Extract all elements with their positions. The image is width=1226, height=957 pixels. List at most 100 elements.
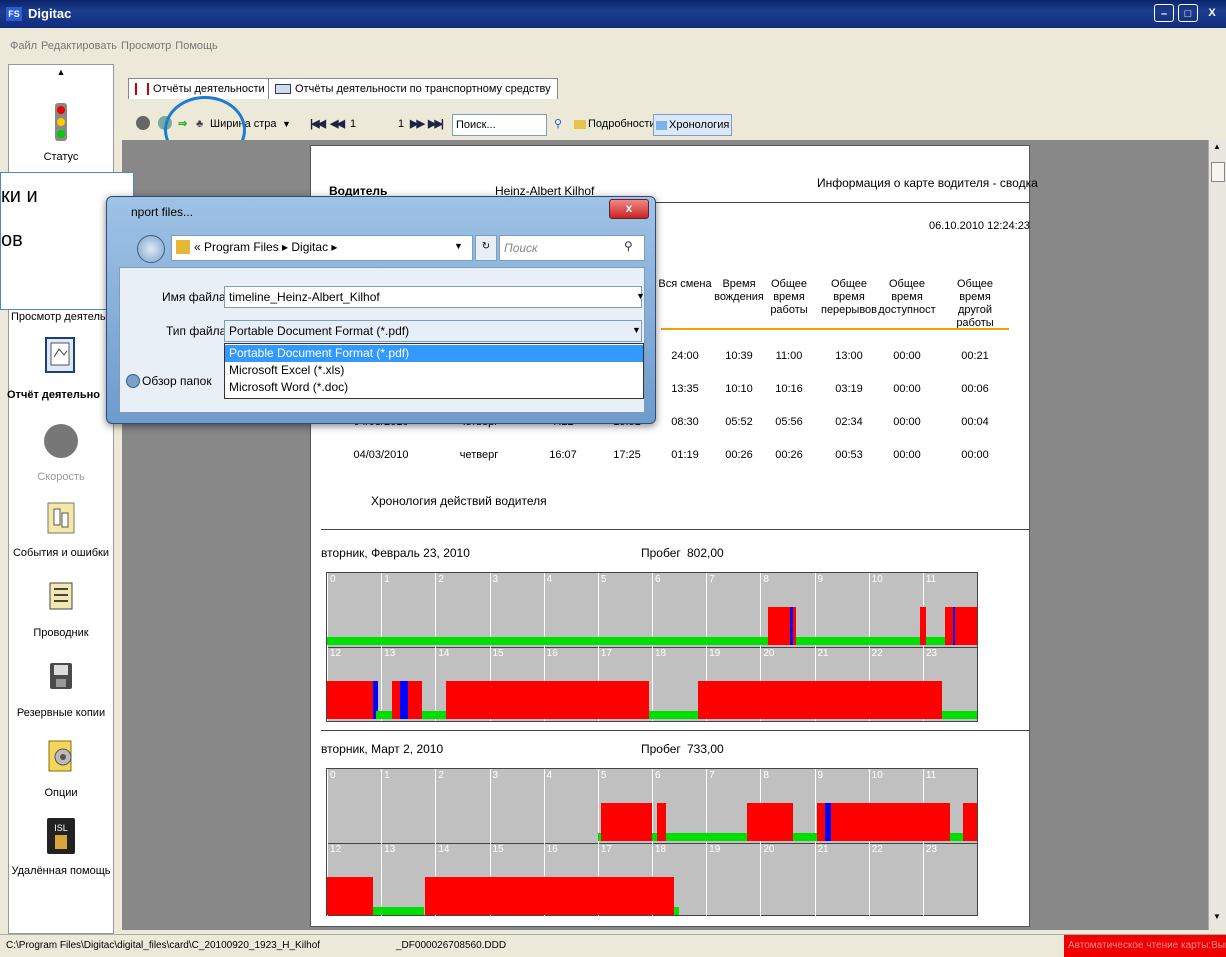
- dialog-search[interactable]: Поиск ⚲: [499, 235, 645, 261]
- hour-label: 3: [492, 574, 499, 585]
- close-button[interactable]: X: [1202, 4, 1222, 22]
- sidebar-item-events[interactable]: События и ошибки: [9, 547, 113, 559]
- day-1-label: вторник, Февраль 23, 2010: [321, 546, 470, 560]
- hour-gridline: [381, 647, 383, 721]
- hour-label: 9: [817, 770, 824, 781]
- menu-bar: Файл Редактировать Просмотр Помощь: [0, 28, 1226, 58]
- activity-segment-rest: [327, 637, 972, 645]
- auto-read-status: Автоматическое чтение карты:Вык: [1064, 935, 1226, 957]
- status-file: _DF000026708560.DDD: [396, 940, 507, 951]
- chronology-button[interactable]: Хронология: [653, 114, 733, 136]
- row-value: 11:00: [775, 350, 803, 362]
- hour-label: 23: [925, 844, 937, 855]
- scroll-thumb[interactable]: [1211, 162, 1225, 182]
- row-value: 03:19: [835, 383, 863, 395]
- search-icon[interactable]: ⚲: [554, 112, 562, 136]
- row-value: 00:53: [835, 449, 863, 461]
- hour-gridline: [327, 769, 328, 843]
- menu-view[interactable]: Просмотр: [121, 40, 171, 52]
- tab-vehicle-activity-reports[interactable]: Отчёты деятельности по транспортному сре…: [268, 78, 558, 99]
- hour-gridline: [814, 843, 816, 917]
- sidebar-scroll-up[interactable]: ▲: [9, 67, 113, 77]
- remote-help-icon: ISL: [46, 817, 76, 855]
- stop-icon[interactable]: [136, 116, 150, 130]
- day-divider: [321, 730, 1029, 731]
- hour-label: 14: [438, 844, 450, 855]
- vertical-scrollbar[interactable]: ▲ ▼: [1208, 140, 1226, 930]
- first-page-icon[interactable]: |◀◀: [310, 112, 326, 136]
- next-page-icon[interactable]: ▶▶: [410, 112, 425, 136]
- chart-icon: [656, 120, 667, 130]
- filetype-label: Тип файла:: [166, 324, 230, 338]
- hour-label: 15: [492, 844, 504, 855]
- back-button[interactable]: [137, 235, 165, 263]
- sidebar-item-activity-report[interactable]: Отчёт деятельно: [7, 389, 111, 401]
- row-value: 00:00: [893, 350, 921, 362]
- sidebar-item-view-activity[interactable]: Просмотр деятельн: [11, 311, 115, 323]
- option-xls[interactable]: Microsoft Excel (*.xls): [225, 362, 643, 379]
- sidebar-item-status[interactable]: Статус: [9, 151, 113, 163]
- hour-gridline: [597, 573, 599, 647]
- last-page-icon[interactable]: ▶▶|: [428, 112, 444, 136]
- report-icon: [45, 337, 75, 373]
- row-start: 16:07: [549, 449, 577, 461]
- menu-file[interactable]: Файл: [10, 40, 37, 52]
- hour-label: 6: [655, 770, 661, 781]
- hour-label: 3: [492, 770, 499, 781]
- filetype-options: Portable Document Format (*.pdf) Microso…: [224, 343, 644, 399]
- filename-dropdown-icon[interactable]: ▼: [636, 291, 645, 301]
- hour-gridline: [814, 769, 816, 843]
- maximize-button[interactable]: □: [1178, 4, 1198, 22]
- sidebar-item-options[interactable]: Опции: [9, 787, 113, 799]
- hour-gridline: [327, 573, 328, 647]
- address-bar[interactable]: « Program Files ▸ Digitac ▸ ▼: [171, 235, 473, 261]
- hour-gridline: [381, 573, 383, 647]
- scroll-down-icon[interactable]: ▼: [1213, 912, 1221, 921]
- sidebar-item-remote-help[interactable]: Удалённая помощь: [9, 865, 113, 877]
- scroll-up-icon[interactable]: ▲: [1213, 142, 1221, 151]
- day-1-mileage: 802,00: [687, 546, 724, 560]
- prev-page-icon[interactable]: ◀◀: [330, 112, 345, 136]
- refresh-icon[interactable]: ↻: [475, 235, 497, 261]
- option-pdf[interactable]: Portable Document Format (*.pdf): [225, 345, 643, 362]
- expand-icon[interactable]: [126, 374, 140, 388]
- dialog-close-button[interactable]: x: [609, 199, 649, 219]
- activity-segment-rest: [941, 711, 977, 719]
- row-date: 04/03/2010: [353, 449, 409, 461]
- filetype-select[interactable]: Portable Document Format (*.pdf): [224, 320, 642, 342]
- option-doc[interactable]: Microsoft Word (*.doc): [225, 379, 643, 396]
- search-input[interactable]: Поиск...: [452, 114, 547, 136]
- hour-gridline: [922, 843, 924, 917]
- activity-segment-driving: [446, 681, 650, 719]
- details-button[interactable]: Подробности: [574, 112, 656, 136]
- sidebar-item-speed[interactable]: Скорость: [9, 471, 113, 483]
- hour-label: 1: [384, 770, 390, 781]
- menu-edit[interactable]: Редактировать: [41, 40, 117, 52]
- hour-label: 17: [600, 844, 612, 855]
- hour-label: 2: [438, 770, 444, 781]
- activity-segment-driving: [327, 681, 376, 719]
- minimize-button[interactable]: –: [1154, 4, 1174, 22]
- hour-label: 18: [655, 844, 667, 855]
- activity-segment-driving: [408, 681, 422, 719]
- folder-icon: [176, 240, 190, 254]
- hour-gridline: [868, 573, 870, 647]
- hour-gridline: [381, 769, 383, 843]
- search-icon: ⚲: [624, 239, 633, 253]
- hour-gridline: [652, 573, 653, 647]
- hour-label: 22: [871, 844, 883, 855]
- page-current-input[interactable]: 1: [350, 112, 356, 136]
- folder-icon: [574, 119, 586, 129]
- menu-help[interactable]: Помощь: [175, 40, 218, 52]
- activity-segment-rest: [375, 711, 392, 719]
- zoom-dropdown-icon[interactable]: ▼: [282, 112, 291, 136]
- activity-segment-driving: [657, 803, 666, 841]
- address-dropdown-icon[interactable]: ▼: [454, 241, 463, 251]
- browse-folders-button[interactable]: Обзор папок: [142, 374, 212, 388]
- sidebar-item-explorer[interactable]: Проводник: [9, 627, 113, 639]
- hour-gridline: [814, 573, 816, 647]
- filetype-dropdown-icon[interactable]: ▼: [632, 325, 641, 335]
- activity-segment-rest: [373, 907, 425, 915]
- filename-input[interactable]: timeline_Heinz-Albert_Kilhof: [224, 286, 642, 308]
- sidebar-item-backup[interactable]: Резервные копии: [9, 707, 113, 719]
